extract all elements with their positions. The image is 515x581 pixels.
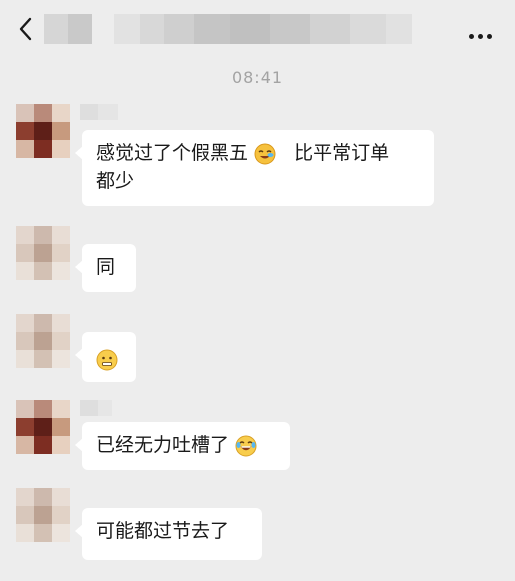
avatar[interactable] [16, 488, 70, 542]
sticker-laughing-emoji [254, 143, 276, 165]
avatar[interactable] [16, 104, 70, 158]
message-text: 同 [96, 256, 116, 278]
message-row: 已经无力吐槽了 [0, 400, 515, 476]
message-text: 都少 [96, 170, 135, 192]
chevron-left-icon[interactable] [14, 14, 40, 44]
message-timestamp: 08:41 [231, 68, 284, 87]
chat-title-blurred [44, 14, 424, 44]
message-bubble[interactable]: 同 [75, 244, 136, 292]
message-row: 同 [0, 226, 515, 296]
avatar[interactable] [16, 226, 70, 280]
message-row [0, 314, 515, 384]
avatar[interactable] [16, 400, 70, 454]
message-bubble[interactable]: 可能都过节去了 [75, 508, 262, 560]
message-bubble[interactable] [75, 332, 136, 382]
message-bubble[interactable]: 感觉过了个假黑五 比平常订单 都少 [75, 130, 434, 206]
message-text: 可能都过节去了 [96, 520, 230, 542]
message-text: 感觉过了个假黑五 [96, 142, 249, 164]
neutral-face-emoji [96, 349, 118, 371]
avatar[interactable] [16, 314, 70, 368]
message-bubble[interactable]: 已经无力吐槽了 [75, 422, 290, 470]
laughing-tears-emoji [235, 435, 257, 457]
message-row: 感觉过了个假黑五 比平常订单 都少 [0, 104, 515, 214]
more-dots-icon[interactable] [469, 24, 497, 39]
chat-header [0, 0, 515, 58]
message-row: 可能都过节去了 [0, 488, 515, 568]
message-text: 比平常订单 [294, 142, 390, 164]
sender-name-blurred [80, 400, 112, 416]
sender-name-blurred [80, 104, 118, 120]
message-text: 已经无力吐槽了 [96, 434, 230, 456]
